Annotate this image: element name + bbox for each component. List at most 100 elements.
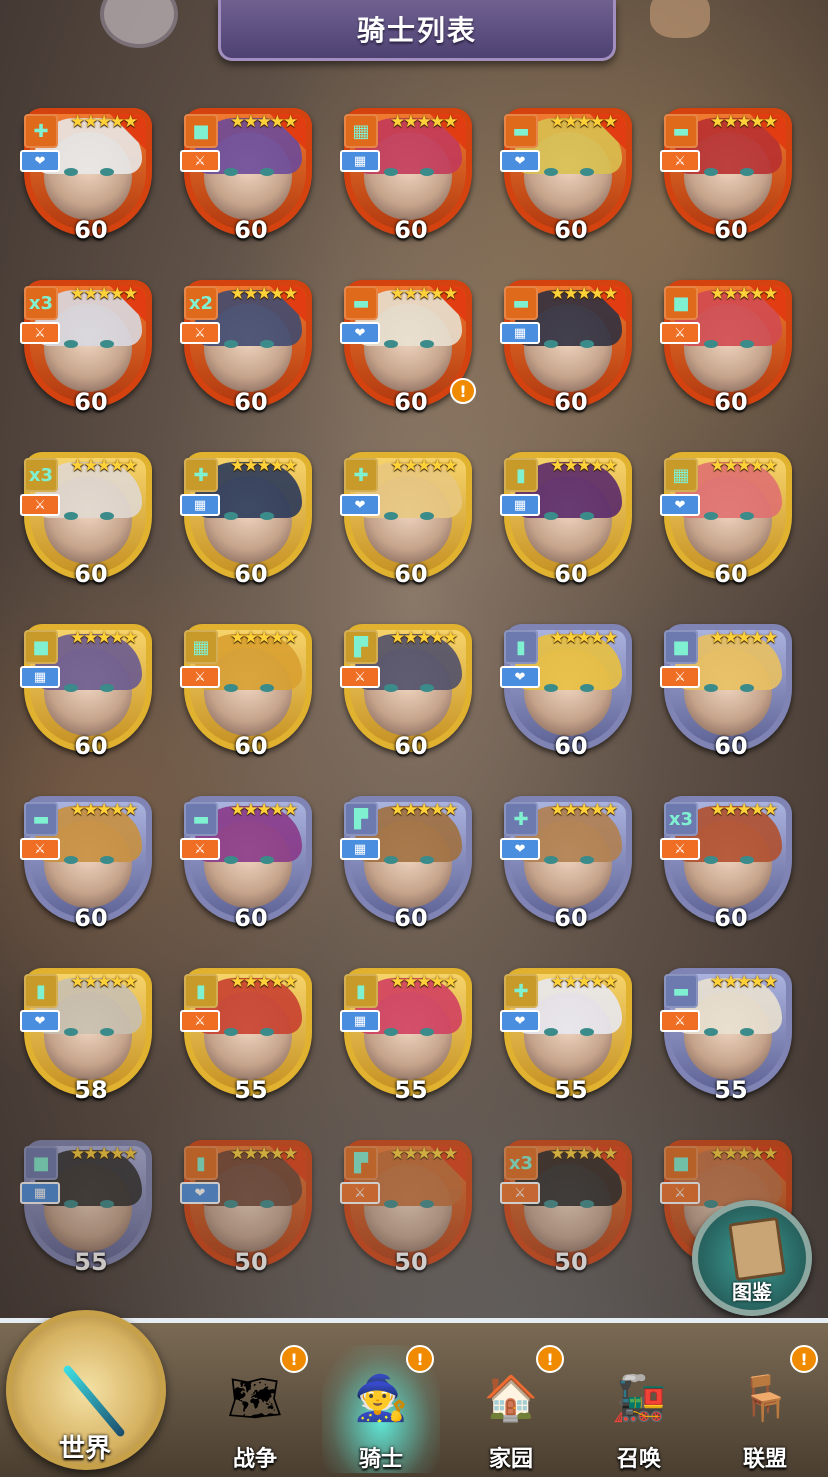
knight-card[interactable]: ★★★★★ ▬ ⚔ 60	[178, 786, 324, 936]
formation-shape-icon: ■	[664, 1146, 698, 1180]
knight-card[interactable]: ★★★★★ ▬ ▦ 60	[498, 270, 644, 420]
role-attack-icon: ⚔	[660, 666, 700, 688]
formation-shape-icon: ▮	[504, 630, 538, 664]
knight-card[interactable]: ★★★★★ ■ ⚔ 60	[658, 270, 804, 420]
portrait-eyes	[384, 684, 434, 692]
star-rating: ★★★★★	[230, 972, 298, 992]
knight-card[interactable]: ★★★★★ ✚ ❤ 60	[18, 98, 164, 248]
role-attack-icon: ⚔	[340, 1182, 380, 1204]
codex-button[interactable]: 图鉴	[692, 1200, 812, 1316]
knight-card[interactable]: ★★★★★ ▮ ⚔ 55	[178, 958, 324, 1108]
portrait-eyes	[704, 512, 754, 520]
nav-item[interactable]: 🧙 骑士!	[322, 1345, 440, 1473]
formation-shape-icon: x2	[184, 286, 218, 320]
knight-level: 60	[714, 388, 748, 416]
nav-art-icon: 🚂	[611, 1373, 667, 1424]
role-heal-icon: ❤	[180, 1182, 220, 1204]
knight-level: 50	[234, 1248, 268, 1276]
knight-level: 60	[234, 732, 268, 760]
knight-card[interactable]: ★★★★★ ▮ ❤ 60	[498, 614, 644, 764]
formation-shape-icon: ✚	[24, 114, 58, 148]
nav-item[interactable]: 🚂 召唤	[580, 1345, 698, 1473]
star-rating: ★★★★★	[230, 284, 298, 304]
knight-card[interactable]: ★★★★★ x2 ⚔ 60	[178, 270, 324, 420]
knight-card[interactable]: ★★★★★ ■ ⚔ 60	[658, 614, 804, 764]
role-heal-icon: ❤	[20, 150, 60, 172]
portrait-eyes	[544, 512, 594, 520]
role-defense-icon: ▦	[20, 666, 60, 688]
knight-card[interactable]: ★★★★★ ■ ▦ 55	[18, 1130, 164, 1280]
knight-card[interactable]: ★★★★★ ✚ ❤ 60	[498, 786, 644, 936]
knight-card[interactable]: ★★★★★ ▛ ⚔ 50	[338, 1130, 484, 1280]
knight-card[interactable]: ★★★★★ ▮ ❤ 58	[18, 958, 164, 1108]
role-heal-icon: ❤	[660, 494, 700, 516]
knight-level: 60	[714, 560, 748, 588]
role-defense-icon: ▦	[340, 838, 380, 860]
knight-card[interactable]: ★★★★★ ■ ⚔ 60	[178, 98, 324, 248]
role-attack-icon: ⚔	[20, 494, 60, 516]
role-defense-icon: ▦	[20, 1182, 60, 1204]
knight-level: 55	[554, 1076, 588, 1104]
knight-card[interactable]: ★★★★★ ✚ ▦ 60	[178, 442, 324, 592]
star-rating: ★★★★★	[710, 112, 778, 132]
knight-card[interactable]: ★★★★★ x3 ⚔ 50	[498, 1130, 644, 1280]
role-attack-icon: ⚔	[180, 322, 220, 344]
knight-card[interactable]: ★★★★★ ▮ ▦ 60	[498, 442, 644, 592]
star-rating: ★★★★★	[390, 800, 458, 820]
star-rating: ★★★★★	[710, 284, 778, 304]
knight-card[interactable]: ★★★★★ ▦ ❤ 60	[658, 442, 804, 592]
notification-badge: !	[790, 1345, 818, 1373]
knight-card[interactable]: ★★★★★ ▬ ⚔ 60	[658, 98, 804, 248]
formation-shape-icon: ■	[24, 630, 58, 664]
nav-item[interactable]: 🪑 联盟!	[706, 1345, 824, 1473]
knight-card[interactable]: ★★★★★ ▛ ▦ 60	[338, 786, 484, 936]
knight-card[interactable]: ★★★★★ ▬ ⚔ 60	[18, 786, 164, 936]
portrait-eyes	[384, 1200, 434, 1208]
role-heal-icon: ❤	[500, 1010, 540, 1032]
star-rating: ★★★★★	[390, 284, 458, 304]
knight-card[interactable]: ★★★★★ ▛ ⚔ 60	[338, 614, 484, 764]
formation-shape-icon: ■	[24, 1146, 58, 1180]
formation-shape-icon: x3	[24, 286, 58, 320]
knight-card[interactable]: ★★★★★ ✚ ❤ 55	[498, 958, 644, 1108]
formation-shape-icon: ▛	[344, 802, 378, 836]
portrait-eyes	[64, 512, 114, 520]
knight-card[interactable]: ★★★★★ ✚ ❤ 60	[338, 442, 484, 592]
compass-needle	[62, 1363, 126, 1439]
star-rating: ★★★★★	[70, 628, 138, 648]
portrait-eyes	[224, 512, 274, 520]
nav-item[interactable]: 🗺 战争!	[196, 1345, 314, 1473]
knight-level: 60	[714, 732, 748, 760]
star-rating: ★★★★★	[390, 1144, 458, 1164]
knight-card[interactable]: ★★★★★ ▦ ▦ 60	[338, 98, 484, 248]
star-rating: ★★★★★	[550, 1144, 618, 1164]
role-attack-icon: ⚔	[660, 1182, 700, 1204]
role-heal-icon: ❤	[20, 1010, 60, 1032]
star-rating: ★★★★★	[70, 1144, 138, 1164]
formation-shape-icon: ▮	[504, 458, 538, 492]
portrait-eyes	[224, 340, 274, 348]
knight-card[interactable]: ★★★★★ ▬ ⚔ 55	[658, 958, 804, 1108]
knight-card[interactable]: ★★★★★ ▬ ❤ 60	[498, 98, 644, 248]
knight-card[interactable]: ★★★★★ ▮ ❤ 50	[178, 1130, 324, 1280]
knight-card[interactable]: ★★★★★ ■ ▦ 60	[18, 614, 164, 764]
knight-card[interactable]: ★★★★★ ▮ ▦ 55	[338, 958, 484, 1108]
knight-card[interactable]: ★★★★★ x3 ⚔ 60	[18, 442, 164, 592]
role-heal-icon: ❤	[340, 322, 380, 344]
nav-item[interactable]: 🏠 家园!	[452, 1345, 570, 1473]
portrait-eyes	[544, 1028, 594, 1036]
formation-shape-icon: ▦	[344, 114, 378, 148]
knight-card[interactable]: ★★★★★ x3 ⚔ 60	[658, 786, 804, 936]
role-defense-icon: ▦	[340, 1010, 380, 1032]
title-banner: 骑士列表	[218, 0, 616, 61]
star-rating: ★★★★★	[390, 628, 458, 648]
world-button[interactable]: 世界	[0, 1300, 180, 1472]
knight-card[interactable]: ★★★★★ ▦ ⚔ 60	[178, 614, 324, 764]
knight-card[interactable]: ★★★★★ ▬ ❤ 60!	[338, 270, 484, 420]
portrait-eyes	[704, 168, 754, 176]
knight-level: 55	[394, 1076, 428, 1104]
portrait-eyes	[384, 340, 434, 348]
portrait-eyes	[704, 340, 754, 348]
knight-card[interactable]: ★★★★★ x3 ⚔ 60	[18, 270, 164, 420]
world-label: 世界	[58, 1434, 111, 1464]
